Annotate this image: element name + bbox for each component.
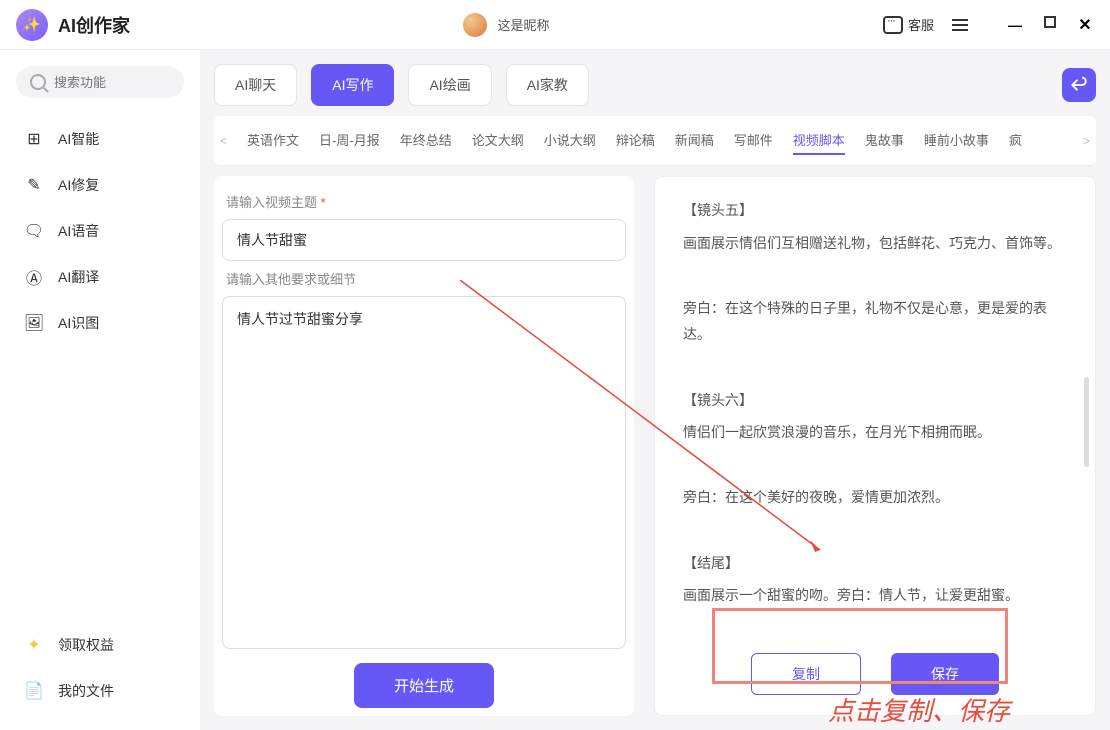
sub-tab-5[interactable]: 辩论稿 (616, 126, 655, 155)
output-line: 画面展示一个甜蜜的吻。旁白：情人节，让爱更甜蜜。 (683, 582, 1067, 609)
output-line (683, 517, 1067, 544)
sub-tab-next[interactable]: > (1083, 134, 1090, 148)
close-button[interactable] (1076, 16, 1094, 34)
nav-label: AI语音 (58, 221, 99, 241)
titlebar-right: 客服 (883, 15, 1094, 34)
input-panel: 请输入视频主题 请输入其他要求或细节 情人节过节甜蜜分享 开始生成 (214, 176, 634, 716)
sub-tab-3[interactable]: 论文大纲 (472, 126, 524, 155)
sub-tab-9[interactable]: 鬼故事 (865, 126, 904, 155)
output-line (683, 615, 1067, 639)
window-controls (1006, 16, 1094, 34)
nav-icon: 📄 (24, 681, 44, 701)
main-content: AI聊天 AI写作 AI绘画 AI家教 < 英语作文日-周-月报年终总结论文大纲小说大… (200, 50, 1110, 730)
main-tab-0[interactable]: AI聊天 (214, 64, 297, 106)
search-input[interactable] (54, 75, 154, 90)
app-logo (16, 9, 48, 41)
support-button[interactable]: 客服 (883, 15, 934, 34)
sub-tab-0[interactable]: 英语作文 (247, 126, 299, 155)
output-line: 情侣们一起欣赏浪漫的音乐，在月光下相拥而眠。 (683, 419, 1067, 446)
nav-label: 领取权益 (58, 635, 114, 655)
sidebar-bottom-item-0[interactable]: ✦ 领取权益 (16, 622, 184, 668)
sub-tab-6[interactable]: 新闻稿 (675, 126, 714, 155)
sidebar-item-3[interactable]: Ⓐ AI翻译 (16, 254, 184, 300)
sub-tab-11[interactable]: 疯 (1009, 126, 1022, 155)
detail-textarea[interactable]: 情人节过节甜蜜分享 (222, 296, 626, 649)
scrollbar[interactable] (1084, 377, 1089, 467)
main-tab-1[interactable]: AI写作 (311, 64, 394, 106)
nav-label: AI翻译 (58, 267, 99, 287)
nickname: 这是昵称 (497, 15, 549, 34)
nav-icon: ✎ (24, 175, 44, 195)
output-text: 【镜头五】画面展示情侣们互相赠送礼物，包括鲜花、巧克力、首饰等。 旁白：在这个特… (683, 197, 1067, 639)
sub-tab-10[interactable]: 睡前小故事 (924, 126, 989, 155)
sub-tab-4[interactable]: 小说大纲 (544, 126, 596, 155)
save-button[interactable]: 保存 (891, 653, 999, 695)
sidebar-item-2[interactable]: 🗨 AI语音 (16, 208, 184, 254)
titlebar-center: 这是昵称 (463, 13, 549, 37)
search-icon (30, 74, 46, 90)
main-tab-3[interactable]: AI家教 (506, 64, 589, 106)
chat-icon (883, 16, 903, 34)
sidebar-item-1[interactable]: ✎ AI修复 (16, 162, 184, 208)
topic-input[interactable] (222, 219, 626, 261)
copy-button[interactable]: 复制 (751, 653, 861, 695)
output-line (683, 452, 1067, 479)
menu-button[interactable] (952, 19, 968, 31)
app-title: AI创作家 (58, 12, 130, 38)
back-button[interactable] (1062, 68, 1096, 102)
search-box[interactable] (16, 66, 184, 98)
nav-label: AI修复 (58, 175, 99, 195)
output-line (683, 262, 1067, 289)
output-line: 【结尾】 (683, 550, 1067, 577)
sub-tab-8[interactable]: 视频脚本 (793, 126, 845, 155)
output-panel: 【镜头五】画面展示情侣们互相赠送礼物，包括鲜花、巧克力、首饰等。 旁白：在这个特… (654, 176, 1096, 716)
maximize-button[interactable] (1044, 16, 1056, 28)
sidebar-bottom-item-1[interactable]: 📄 我的文件 (16, 668, 184, 714)
output-line: 【镜头六】 (683, 387, 1067, 414)
nav-icon: Ⓐ (24, 267, 44, 287)
detail-label: 请输入其他要求或细节 (226, 269, 622, 288)
minimize-button[interactable] (1006, 16, 1024, 34)
output-line: 旁白：在这个特殊的日子里，礼物不仅是心意，更是爱的表达。 (683, 295, 1067, 348)
avatar[interactable] (463, 13, 487, 37)
nav-icon: ⊞ (24, 129, 44, 149)
sub-tab-2[interactable]: 年终总结 (400, 126, 452, 155)
nav-icon: ✦ (24, 635, 44, 655)
topic-label: 请输入视频主题 (226, 192, 622, 211)
sub-tab-7[interactable]: 写邮件 (734, 126, 773, 155)
output-line: 画面展示情侣们互相赠送礼物，包括鲜花、巧克力、首饰等。 (683, 230, 1067, 257)
sub-tabs: < 英语作文日-周-月报年终总结论文大纲小说大纲辩论稿新闻稿写邮件视频脚本鬼故事… (214, 116, 1096, 166)
main-tab-2[interactable]: AI绘画 (408, 64, 491, 106)
sidebar-item-0[interactable]: ⊞ AI智能 (16, 116, 184, 162)
nav-icon: 🗨 (24, 221, 44, 241)
titlebar: AI创作家 这是昵称 客服 (0, 0, 1110, 50)
nav-label: AI识图 (58, 313, 99, 333)
nav-label: AI智能 (58, 129, 99, 149)
generate-button[interactable]: 开始生成 (354, 663, 494, 708)
sub-tab-1[interactable]: 日-周-月报 (319, 126, 380, 155)
sub-tab-prev[interactable]: < (220, 134, 227, 148)
sidebar-item-4[interactable]: 🖼 AI识图 (16, 300, 184, 346)
support-label: 客服 (908, 15, 934, 34)
output-line: 【镜头五】 (683, 197, 1067, 224)
nav-icon: 🖼 (24, 313, 44, 333)
nav-label: 我的文件 (58, 681, 114, 701)
output-line: 旁白：在这个美好的夜晚，爱情更加浓烈。 (683, 484, 1067, 511)
output-line (683, 354, 1067, 381)
sidebar: ⊞ AI智能 ✎ AI修复 🗨 AI语音 Ⓐ AI翻译 🖼 AI识图 ✦ 领取权益 📄 我的文件 (0, 50, 200, 730)
